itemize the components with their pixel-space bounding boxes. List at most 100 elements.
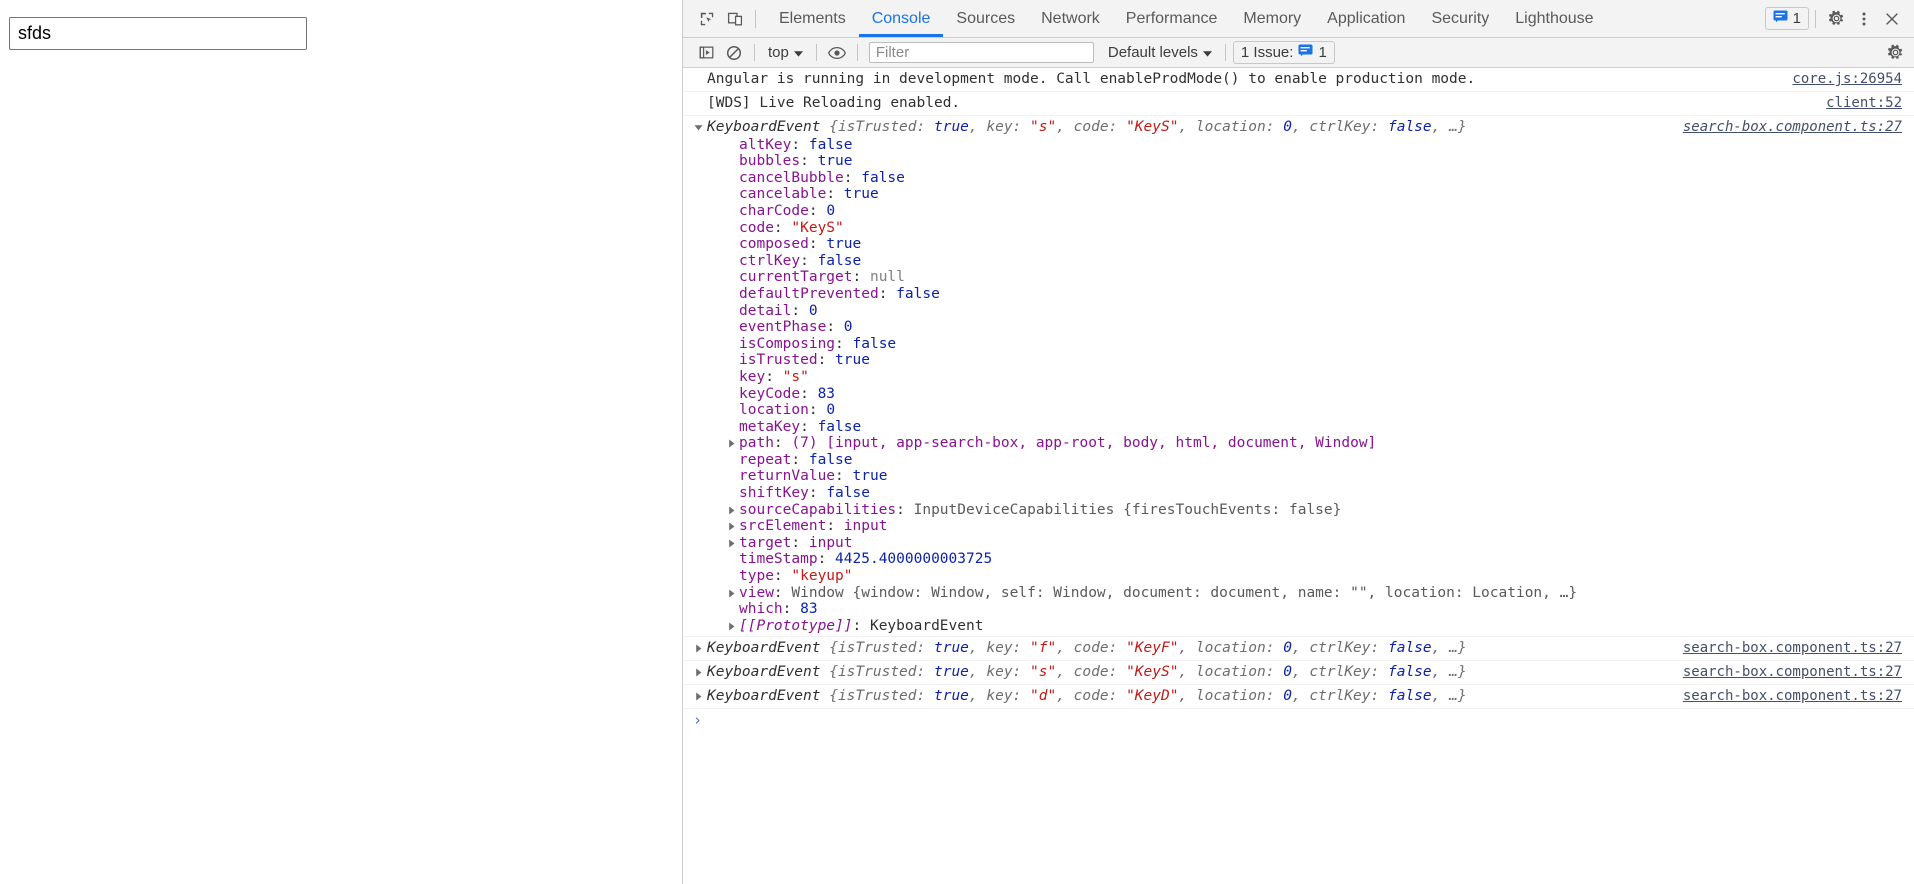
settings-gear-icon[interactable]	[1822, 5, 1850, 33]
tab-sources[interactable]: Sources	[943, 0, 1028, 37]
console-property-row[interactable]: code: "KeyS"	[683, 220, 1914, 237]
console-object-header[interactable]: KeyboardEvent {isTrusted: true, key: "s"…	[683, 116, 1914, 137]
console-property-row[interactable]: defaultPrevented: false	[683, 286, 1914, 303]
tab-label: Performance	[1125, 9, 1218, 27]
tab-network[interactable]: Network	[1028, 0, 1113, 37]
console-property-row[interactable]: key: "s"	[683, 369, 1914, 386]
object-preview-segment: "d"	[1030, 688, 1057, 705]
console-output[interactable]: Angular is running in development mode. …	[683, 68, 1914, 884]
property-key: repeat	[739, 451, 792, 468]
property-key: altKey	[739, 136, 792, 153]
clear-console-icon[interactable]	[721, 41, 747, 65]
console-property-row[interactable]: path: (7) [input, app-search-box, app-ro…	[683, 435, 1914, 452]
expand-triangle-open-icon[interactable]	[694, 123, 703, 132]
console-property-row[interactable]: isComposing: false	[683, 336, 1914, 353]
tab-lighthouse[interactable]: Lighthouse	[1502, 0, 1606, 37]
object-preview-segment: , ctrlKey:	[1291, 688, 1388, 705]
console-filter-input[interactable]	[868, 42, 1094, 63]
object-preview-segment: "KeyD"	[1126, 688, 1179, 705]
object-preview-segment: , code:	[1056, 640, 1127, 657]
console-property-row[interactable]: composed: true	[683, 236, 1914, 253]
property-value: null	[869, 269, 905, 286]
console-property-row[interactable]: sourceCapabilities: InputDeviceCapabilit…	[683, 502, 1914, 519]
console-property-row[interactable]: cancelable: true	[683, 186, 1914, 203]
console-issues-button[interactable]: 1 Issue: 1	[1232, 41, 1335, 64]
console-property-row[interactable]: isTrusted: true	[683, 352, 1914, 369]
console-property-row[interactable]: eventPhase: 0	[683, 319, 1914, 336]
console-source-link[interactable]: search-box.component.ts:27	[1683, 119, 1902, 136]
console-source-link[interactable]: search-box.component.ts:27	[1683, 688, 1902, 705]
console-collapsed-object[interactable]: KeyboardEvent {isTrusted: true, key: "f"…	[683, 637, 1914, 662]
tab-elements[interactable]: Elements	[766, 0, 859, 37]
console-source-link[interactable]: core.js:26954	[1792, 71, 1902, 88]
property-value: true	[826, 236, 862, 253]
live-expression-eye-icon[interactable]	[824, 41, 850, 65]
more-options-icon[interactable]	[1850, 5, 1878, 33]
console-prompt[interactable]: ›	[683, 709, 1914, 728]
expand-triangle-closed-icon[interactable]	[727, 522, 736, 531]
property-key: key	[739, 368, 766, 385]
property-separator: :	[791, 534, 809, 551]
console-property-row[interactable]: bubbles: true	[683, 153, 1914, 170]
execution-context-select[interactable]: top	[762, 42, 809, 63]
expand-triangle-closed-icon[interactable]	[727, 539, 736, 548]
tab-memory[interactable]: Memory	[1230, 0, 1314, 37]
property-separator: :	[791, 136, 809, 153]
console-property-row[interactable]: currentTarget: null	[683, 269, 1914, 286]
console-property-row[interactable]: cancelBubble: false	[683, 170, 1914, 187]
console-property-row[interactable]: charCode: 0	[683, 203, 1914, 220]
tab-label: Security	[1431, 9, 1490, 27]
console-property-row[interactable]: which: 83	[683, 601, 1914, 618]
property-key: bubbles	[739, 153, 801, 170]
console-property-row[interactable]: srcElement: input	[683, 518, 1914, 535]
console-prompt-caret-icon: ›	[693, 711, 703, 730]
console-property-row[interactable]: detail: 0	[683, 303, 1914, 320]
console-property-row[interactable]: metaKey: false	[683, 419, 1914, 436]
expand-triangle-closed-icon[interactable]	[727, 589, 736, 598]
object-preview-segment: , …}	[1431, 119, 1467, 135]
tab-application[interactable]: Application	[1314, 0, 1418, 37]
console-property-row[interactable]: ctrlKey: false	[683, 253, 1914, 270]
console-property-row[interactable]: keyCode: 83	[683, 386, 1914, 403]
console-property-row[interactable]: repeat: false	[683, 452, 1914, 469]
object-preview-segment: , ctrlKey:	[1291, 664, 1388, 681]
expand-triangle-closed-icon[interactable]	[694, 644, 703, 653]
console-property-row[interactable]: type: "keyup"	[683, 568, 1914, 585]
console-collapsed-object[interactable]: KeyboardEvent {isTrusted: true, key: "d"…	[683, 685, 1914, 710]
issues-badge[interactable]: 1	[1764, 7, 1809, 30]
property-separator: :	[826, 186, 844, 203]
object-preview-segment: 0	[1283, 119, 1292, 135]
search-input[interactable]	[9, 17, 307, 50]
expand-triangle-closed-icon[interactable]	[727, 439, 736, 448]
console-collapsed-object[interactable]: KeyboardEvent {isTrusted: true, key: "s"…	[683, 661, 1914, 686]
console-source-link[interactable]: client:52	[1826, 95, 1902, 112]
console-property-row[interactable]: location: 0	[683, 402, 1914, 419]
console-source-link[interactable]: search-box.component.ts:27	[1683, 640, 1902, 657]
console-property-row[interactable]: returnValue: true	[683, 468, 1914, 485]
console-property-row[interactable]: view: Window {window: Window, self: Wind…	[683, 585, 1914, 602]
expand-triangle-closed-icon[interactable]	[727, 506, 736, 515]
tab-console[interactable]: Console	[858, 0, 944, 37]
property-key: cancelable	[739, 186, 827, 203]
console-settings-gear-icon[interactable]	[1882, 41, 1908, 65]
tab-security[interactable]: Security	[1418, 0, 1502, 37]
console-property-row[interactable]: shiftKey: false	[683, 485, 1914, 502]
object-preview-segment: 0	[1283, 640, 1292, 657]
console-source-link[interactable]: search-box.component.ts:27	[1683, 664, 1902, 681]
device-toolbar-icon[interactable]	[721, 5, 749, 33]
console-property-row[interactable]: timeStamp: 4425.4000000003725	[683, 551, 1914, 568]
property-separator: :	[835, 468, 853, 485]
console-property-row[interactable]: target: input	[683, 535, 1914, 552]
console-sidebar-toggle-icon[interactable]	[693, 41, 719, 65]
expand-triangle-closed-icon[interactable]	[694, 668, 703, 677]
property-key: detail	[739, 302, 792, 319]
log-levels-select[interactable]: Default levels	[1102, 42, 1218, 63]
console-property-row[interactable]: [[Prototype]]: KeyboardEvent	[683, 618, 1914, 635]
object-preview-segment: "KeyF"	[1126, 640, 1179, 657]
close-devtools-icon[interactable]	[1878, 5, 1906, 33]
expand-triangle-closed-icon[interactable]	[694, 692, 703, 701]
expand-triangle-closed-icon[interactable]	[727, 622, 736, 631]
inspect-element-icon[interactable]	[693, 5, 721, 33]
tab-performance[interactable]: Performance	[1113, 0, 1231, 37]
console-property-row[interactable]: altKey: false	[683, 137, 1914, 154]
